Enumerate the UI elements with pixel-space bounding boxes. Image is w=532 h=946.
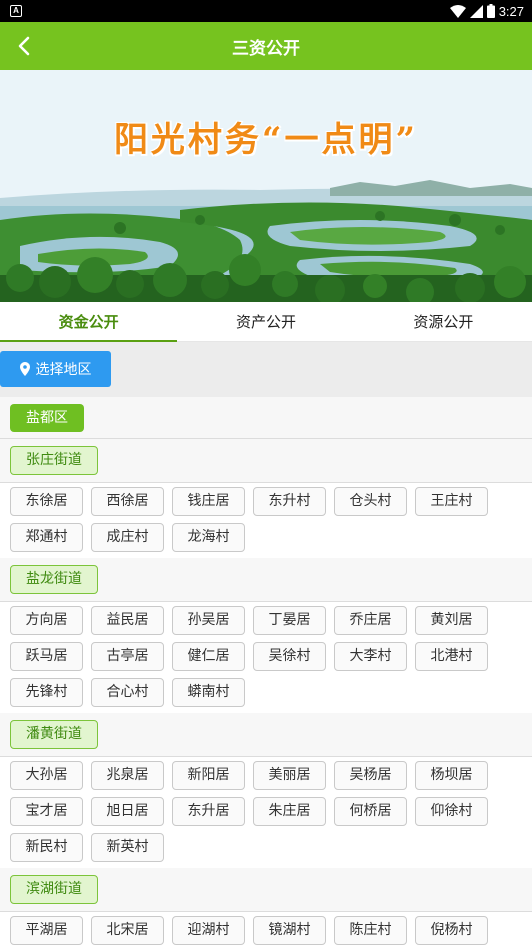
cell-signal-icon — [469, 4, 483, 18]
village-chip[interactable]: 先锋村 — [10, 678, 83, 707]
wetland-landscape-illustration — [0, 70, 532, 302]
status-bar: A 3:27 — [0, 0, 532, 22]
village-chip[interactable]: 兆泉居 — [91, 761, 164, 790]
village-chip[interactable]: 方向居 — [10, 606, 83, 635]
tab-bar: 资金公开 资产公开 资源公开 — [0, 302, 532, 342]
village-chip[interactable]: 吴徐村 — [253, 642, 326, 671]
region-list: 盐都区 张庄街道东徐居 西徐居 钱庄居 东升村 仓头村 王庄村郑通村 成庄村 龙海村盐龙街道方… — [0, 397, 532, 946]
village-chip[interactable]: 孙吴居 — [172, 606, 245, 635]
village-chip[interactable]: 大孙居 — [10, 761, 83, 790]
tab-fund-disclosure[interactable]: 资金公开 — [0, 302, 178, 342]
street-row: 盐龙街道 — [0, 558, 532, 602]
village-chip[interactable]: 新民村 — [10, 833, 83, 862]
select-region-button[interactable]: 选择地区 — [0, 351, 111, 387]
notification-app-icon: A — [10, 5, 22, 17]
wifi-icon — [449, 4, 466, 18]
village-chip[interactable]: 王庄村 — [415, 487, 488, 516]
street-row: 张庄街道 — [0, 439, 532, 483]
village-chip[interactable]: 郑通村 — [10, 523, 83, 552]
street-row: 滨湖街道 — [0, 868, 532, 912]
street-tag[interactable]: 潘黄街道 — [10, 720, 98, 749]
village-chip[interactable]: 镜湖村 — [253, 916, 326, 945]
village-grid: 方向居 益民居 孙吴居 丁晏居 乔庄居 黄刘居跃马居 古亭居 健仁居 吴徐村 大李村 北港村先锋村合… — [0, 602, 532, 713]
battery-icon — [486, 4, 495, 18]
village-chip[interactable]: 大李村 — [334, 642, 407, 671]
village-chip[interactable]: 平湖居 — [10, 916, 83, 945]
village-chip[interactable]: 古亭居 — [91, 642, 164, 671]
village-chip[interactable]: 跃马居 — [10, 642, 83, 671]
village-chip[interactable]: 东升居 — [172, 797, 245, 826]
village-chip[interactable]: 成庄村 — [91, 523, 164, 552]
village-grid: 东徐居 西徐居 钱庄居 东升村 仓头村 王庄村郑通村 成庄村 龙海村 — [0, 483, 532, 558]
village-chip[interactable]: 朱庄居 — [253, 797, 326, 826]
village-chip[interactable]: 蟒南村 — [172, 678, 245, 707]
village-chip[interactable]: 健仁居 — [172, 642, 245, 671]
village-chip[interactable]: 仓头村 — [334, 487, 407, 516]
tab-resource-disclosure[interactable]: 资源公开 — [355, 302, 532, 341]
village-chip[interactable]: 益民居 — [91, 606, 164, 635]
location-pin-icon — [19, 362, 30, 376]
village-chip[interactable]: 美丽居 — [253, 761, 326, 790]
village-grid: 平湖居 北宋居 迎湖村 镜湖村 陈庄村 倪杨村 — [0, 912, 532, 946]
district-row: 盐都区 — [0, 397, 532, 439]
village-chip[interactable]: 杨坝居 — [415, 761, 488, 790]
page-title: 三资公开 — [232, 38, 300, 59]
village-chip[interactable]: 仰徐村 — [415, 797, 488, 826]
street-tag[interactable]: 盐龙街道 — [10, 565, 98, 594]
title-bar: 三资公开 — [0, 22, 532, 70]
village-chip[interactable]: 东徐居 — [10, 487, 83, 516]
village-chip[interactable]: 东升村 — [253, 487, 326, 516]
village-chip[interactable]: 陈庄村 — [334, 916, 407, 945]
village-chip[interactable]: 合心村 — [91, 678, 164, 707]
tab-asset-disclosure[interactable]: 资产公开 — [177, 302, 354, 341]
street-tag[interactable]: 滨湖街道 — [10, 875, 98, 904]
select-region-label: 选择地区 — [35, 362, 92, 378]
banner-title: 阳光村务“一点明” — [113, 120, 419, 160]
village-chip[interactable]: 旭日居 — [91, 797, 164, 826]
street-row: 潘黄街道 — [0, 713, 532, 757]
village-chip[interactable]: 倪杨村 — [415, 916, 488, 945]
street-tag[interactable]: 张庄街道 — [10, 446, 98, 475]
village-chip[interactable]: 吴杨居 — [334, 761, 407, 790]
village-chip[interactable]: 北港村 — [415, 642, 488, 671]
streets-container: 张庄街道东徐居 西徐居 钱庄居 东升村 仓头村 王庄村郑通村 成庄村 龙海村盐龙街道方向居 益民… — [0, 439, 532, 946]
back-button[interactable] — [10, 32, 38, 60]
banner-image: 阳光村务“一点明” — [0, 70, 532, 302]
village-chip[interactable]: 新英村 — [91, 833, 164, 862]
chevron-left-icon — [18, 36, 30, 56]
village-chip[interactable]: 北宋居 — [91, 916, 164, 945]
village-chip[interactable]: 宝才居 — [10, 797, 83, 826]
clock-text: 3:27 — [498, 3, 524, 19]
village-chip[interactable]: 丁晏居 — [253, 606, 326, 635]
village-chip[interactable]: 钱庄居 — [172, 487, 245, 516]
village-chip[interactable]: 迎湖村 — [172, 916, 245, 945]
village-chip[interactable]: 乔庄居 — [334, 606, 407, 635]
village-grid: 大孙居 兆泉居 新阳居 美丽居 吴杨居 杨坝居宝才居 旭日居 东升居 朱庄居 何桥居 仰徐村新民村新… — [0, 757, 532, 868]
village-chip[interactable]: 黄刘居 — [415, 606, 488, 635]
village-chip[interactable]: 龙海村 — [172, 523, 245, 552]
village-chip[interactable]: 新阳居 — [172, 761, 245, 790]
village-chip[interactable]: 西徐居 — [91, 487, 164, 516]
region-selector-row: 选择地区 — [0, 342, 532, 397]
district-tag[interactable]: 盐都区 — [10, 403, 84, 432]
village-chip[interactable]: 何桥居 — [334, 797, 407, 826]
